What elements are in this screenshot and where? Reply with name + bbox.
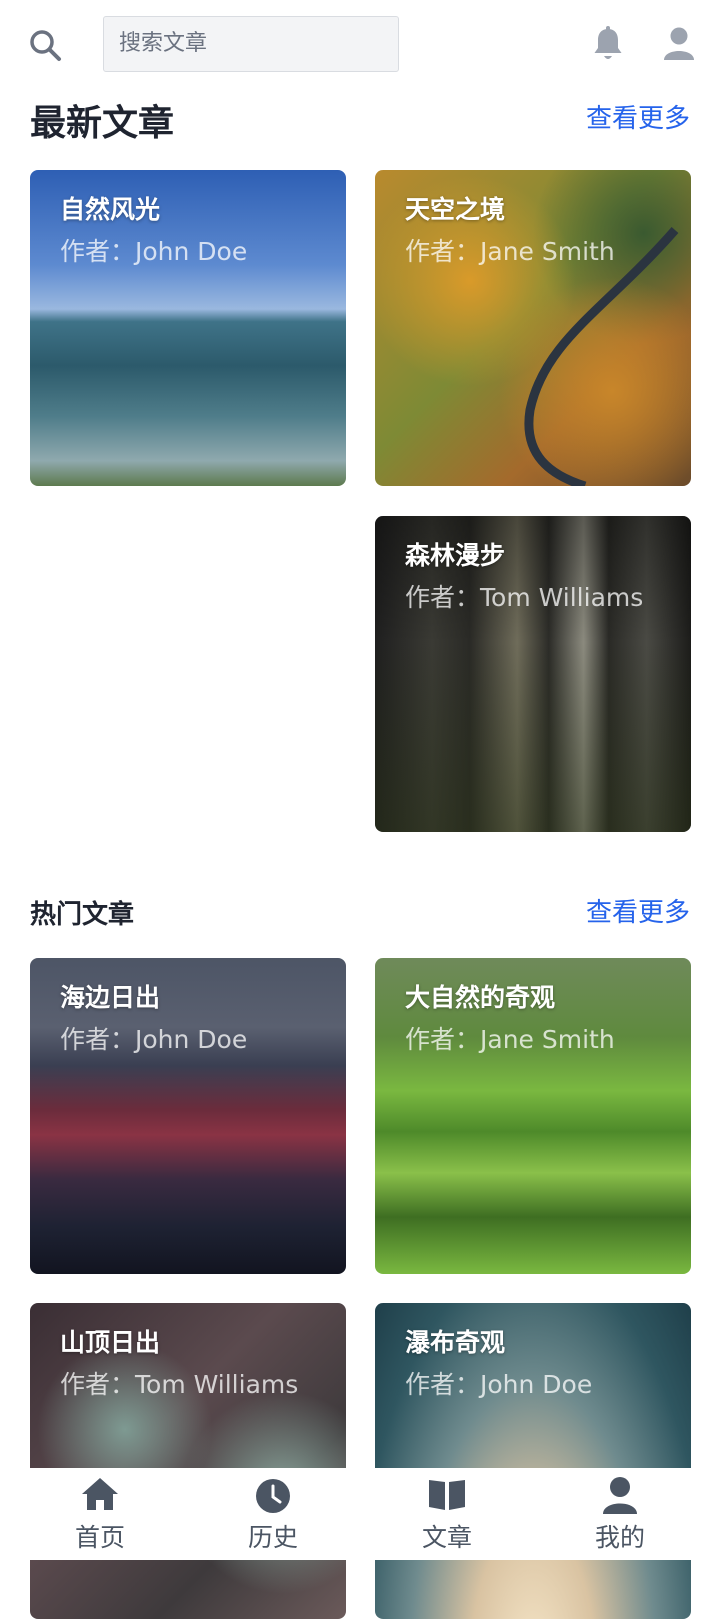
card-title: 自然风光 xyxy=(60,195,161,224)
card-author: 作者：Tom Williams xyxy=(405,583,644,612)
article-card[interactable]: 天空之境 作者：Jane Smith xyxy=(375,170,691,486)
article-card[interactable]: 森林漫步 作者：Tom Williams xyxy=(375,516,691,832)
section-title-popular: 热门文章 xyxy=(30,900,135,930)
user-icon[interactable] xyxy=(662,26,696,62)
card-title: 山顶日出 xyxy=(60,1328,161,1357)
card-author: 作者：John Doe xyxy=(60,1025,248,1054)
home-icon xyxy=(82,1478,118,1510)
card-title: 天空之境 xyxy=(405,195,506,224)
tab-label: 我的 xyxy=(594,1523,645,1552)
card-author: 作者：John Doe xyxy=(60,237,248,266)
clock-icon xyxy=(256,1479,290,1513)
top-bar: 搜索文章 xyxy=(0,0,720,90)
view-more-popular-link[interactable]: 查看更多 xyxy=(586,892,690,929)
card-author: 作者：Jane Smith xyxy=(405,237,615,266)
view-more-latest-link[interactable]: 查看更多 xyxy=(586,98,690,135)
card-author: 作者：John Doe xyxy=(405,1370,593,1399)
tab-history[interactable]: 历史 xyxy=(183,1468,363,1560)
article-card[interactable]: 大自然的奇观 作者：Jane Smith xyxy=(375,958,691,1274)
tab-articles[interactable]: 文章 xyxy=(357,1468,537,1560)
article-card[interactable]: 瀑布奇观 作者：John Doe xyxy=(375,1303,691,1619)
card-author: 作者：Tom Williams xyxy=(60,1370,299,1399)
card-author: 作者：Jane Smith xyxy=(405,1025,615,1054)
tab-label: 文章 xyxy=(421,1523,472,1552)
search-input[interactable]: 搜索文章 xyxy=(103,16,399,72)
tab-label: 首页 xyxy=(74,1523,125,1552)
bottom-tab-bar: 首页 历史 文章 我的 xyxy=(0,1468,720,1560)
article-card[interactable]: 自然风光 作者：John Doe xyxy=(30,170,346,486)
bell-icon[interactable] xyxy=(592,26,624,62)
tab-label: 历史 xyxy=(247,1523,298,1552)
tab-profile[interactable]: 我的 xyxy=(530,1468,710,1560)
article-card[interactable]: 山顶日出 作者：Tom Williams xyxy=(30,1303,346,1619)
tab-home[interactable]: 首页 xyxy=(10,1468,190,1560)
section-title-latest: 最新文章 xyxy=(30,103,175,144)
card-title: 海边日出 xyxy=(60,983,161,1012)
user-icon xyxy=(603,1477,637,1514)
card-title: 大自然的奇观 xyxy=(405,983,556,1012)
article-card[interactable]: 海边日出 作者：John Doe xyxy=(30,958,346,1274)
search-icon[interactable] xyxy=(28,28,62,62)
card-title: 森林漫步 xyxy=(405,541,506,570)
book-icon xyxy=(429,1480,465,1510)
card-title: 瀑布奇观 xyxy=(405,1328,506,1357)
